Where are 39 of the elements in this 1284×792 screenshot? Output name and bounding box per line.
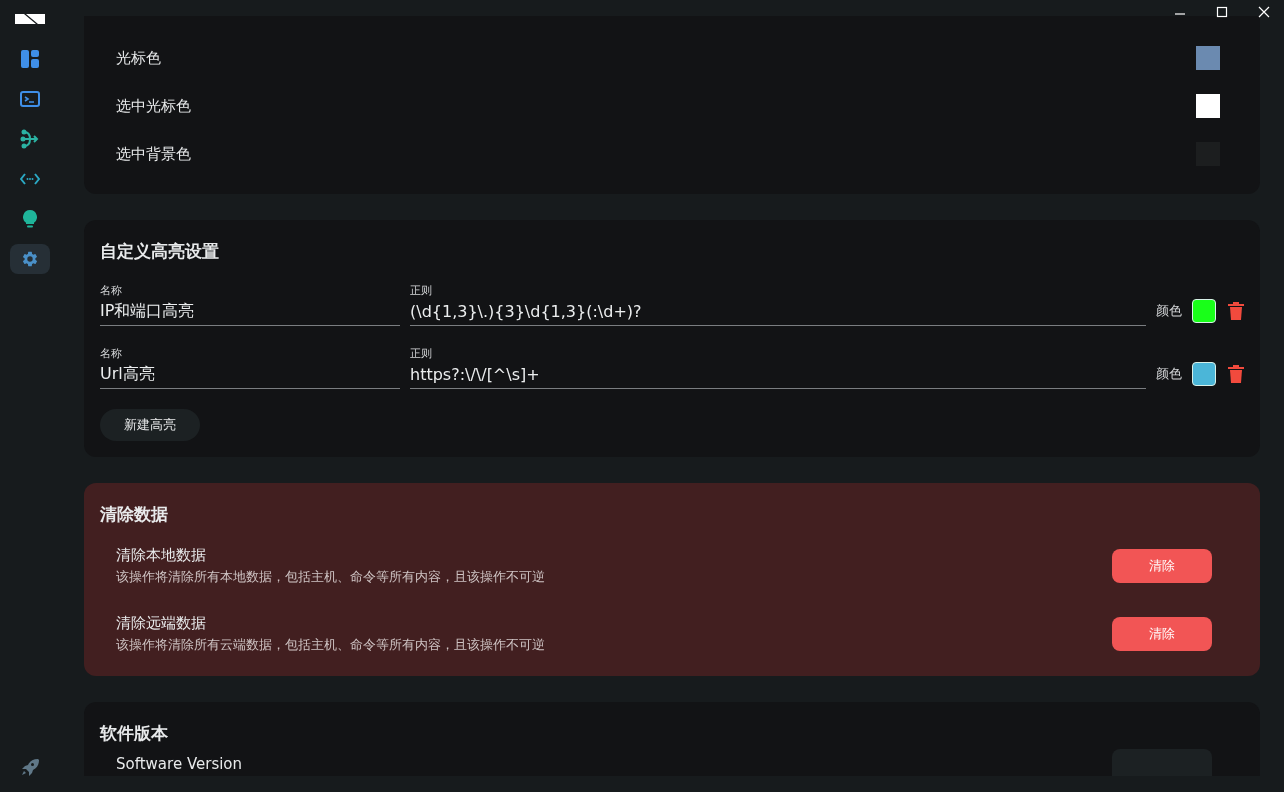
setting-label: 选中背景色 <box>116 144 191 164</box>
field-label: 名称 <box>100 346 123 361</box>
color-swatch[interactable] <box>1196 46 1220 70</box>
settings-icon <box>21 250 39 268</box>
add-highlight-button[interactable]: 新建高亮 <box>100 409 200 441</box>
section-title: 软件版本 <box>100 722 169 745</box>
color-label: 颜色 <box>1156 301 1182 320</box>
color-swatch[interactable] <box>1192 298 1216 323</box>
dashboard-icon <box>21 50 39 68</box>
setting-title: Software Version <box>116 755 243 775</box>
trash-icon[interactable] <box>1228 364 1244 383</box>
field-label: 名称 <box>100 283 123 298</box>
setting-description: 该操作将清除所有本地数据，包括主机、命令等所有内容，且该操作不可逆 <box>116 568 545 586</box>
section-title: 清除数据 <box>100 503 169 526</box>
regex-field[interactable]: (\d{1,3}\.){3}\d{1,3}(:\d+)? <box>410 302 1146 326</box>
setting-title: 清除本地数据 <box>116 546 207 565</box>
field-label: 正则 <box>410 346 433 361</box>
color-swatch[interactable] <box>1196 94 1220 118</box>
branch-arrow-icon <box>20 129 40 149</box>
field-label: 正则 <box>410 283 433 298</box>
color-label: 颜色 <box>1156 364 1182 383</box>
setting-title: 清除远端数据 <box>116 614 207 633</box>
rocket-icon[interactable] <box>21 758 39 776</box>
regex-field[interactable]: https?:\/\/[^\s]+ <box>410 365 1146 389</box>
lightbulb-icon <box>23 210 37 228</box>
maximize-icon[interactable] <box>1216 6 1228 18</box>
setting-label: 光标色 <box>116 48 161 68</box>
name-field[interactable]: IP和端口高亮 <box>100 302 400 326</box>
setting-label: 选中光标色 <box>116 96 191 116</box>
terminal-icon <box>20 91 40 107</box>
nav-item[interactable] <box>10 244 50 274</box>
close-icon[interactable] <box>1258 6 1270 18</box>
section-title: 自定义高亮设置 <box>100 240 220 263</box>
code-brackets-icon <box>20 173 40 185</box>
color-swatch[interactable] <box>1192 361 1216 386</box>
name-field[interactable]: Url高亮 <box>100 365 400 389</box>
trash-icon[interactable] <box>1228 301 1244 320</box>
logo-icon <box>15 14 45 24</box>
setting-description: 该操作将清除所有云端数据，包括主机、命令等所有内容，且该操作不可逆 <box>116 636 545 654</box>
